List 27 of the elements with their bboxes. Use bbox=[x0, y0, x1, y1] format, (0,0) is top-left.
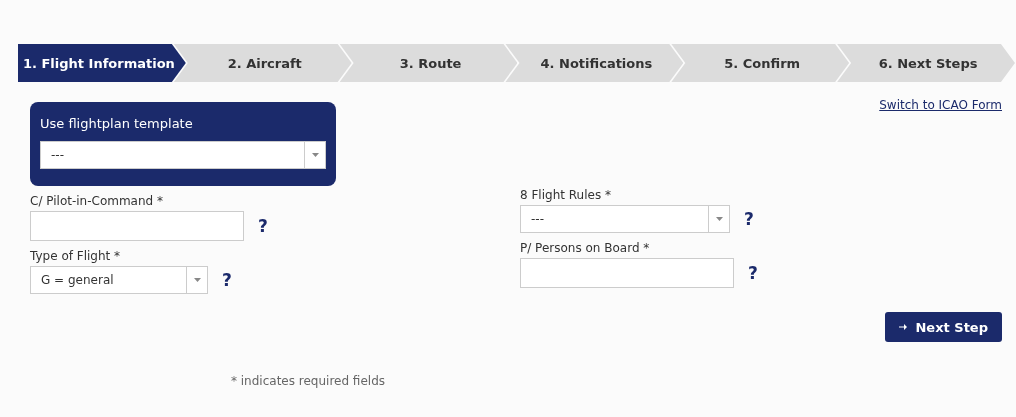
help-icon[interactable]: ? bbox=[748, 263, 758, 283]
footnote: * indicates required fields bbox=[230, 374, 386, 388]
caret-icon bbox=[715, 217, 723, 221]
step-tab[interactable]: 5. Confirm bbox=[671, 44, 850, 82]
caret-icon bbox=[311, 153, 319, 157]
step-tab[interactable]: 1. Flight Information bbox=[18, 44, 186, 82]
step-tab[interactable]: 3. Route bbox=[339, 44, 518, 82]
field-label: Type of Flight * bbox=[30, 249, 122, 263]
help-icon[interactable]: ? bbox=[744, 209, 754, 229]
step-tab[interactable]: 4. Notifications bbox=[505, 44, 684, 82]
help-icon[interactable]: ? bbox=[258, 216, 268, 236]
next-step-button[interactable]: Next Step bbox=[885, 312, 1002, 342]
step-tab[interactable]: 6. Next Steps bbox=[837, 44, 1015, 82]
step-tab[interactable]: 2. Aircraft bbox=[173, 44, 352, 82]
switch-link[interactable]: Switch to ICAO Form bbox=[520, 98, 1002, 112]
input-field[interactable] bbox=[30, 211, 244, 241]
select-field[interactable]: --- bbox=[520, 205, 730, 233]
help-icon[interactable]: ? bbox=[222, 270, 232, 290]
arrow-icon bbox=[899, 324, 908, 330]
caret-icon bbox=[193, 278, 201, 282]
select-field[interactable]: G = general bbox=[30, 266, 208, 294]
input-field[interactable] bbox=[520, 258, 734, 288]
select-field[interactable]: --- bbox=[40, 141, 326, 169]
field-label: 8 Flight Rules * bbox=[520, 188, 612, 202]
template-label: Use flightplan template bbox=[40, 116, 194, 131]
field-label: P/ Persons on Board * bbox=[520, 241, 651, 255]
field-label: C/ Pilot-in-Command * bbox=[30, 194, 164, 208]
